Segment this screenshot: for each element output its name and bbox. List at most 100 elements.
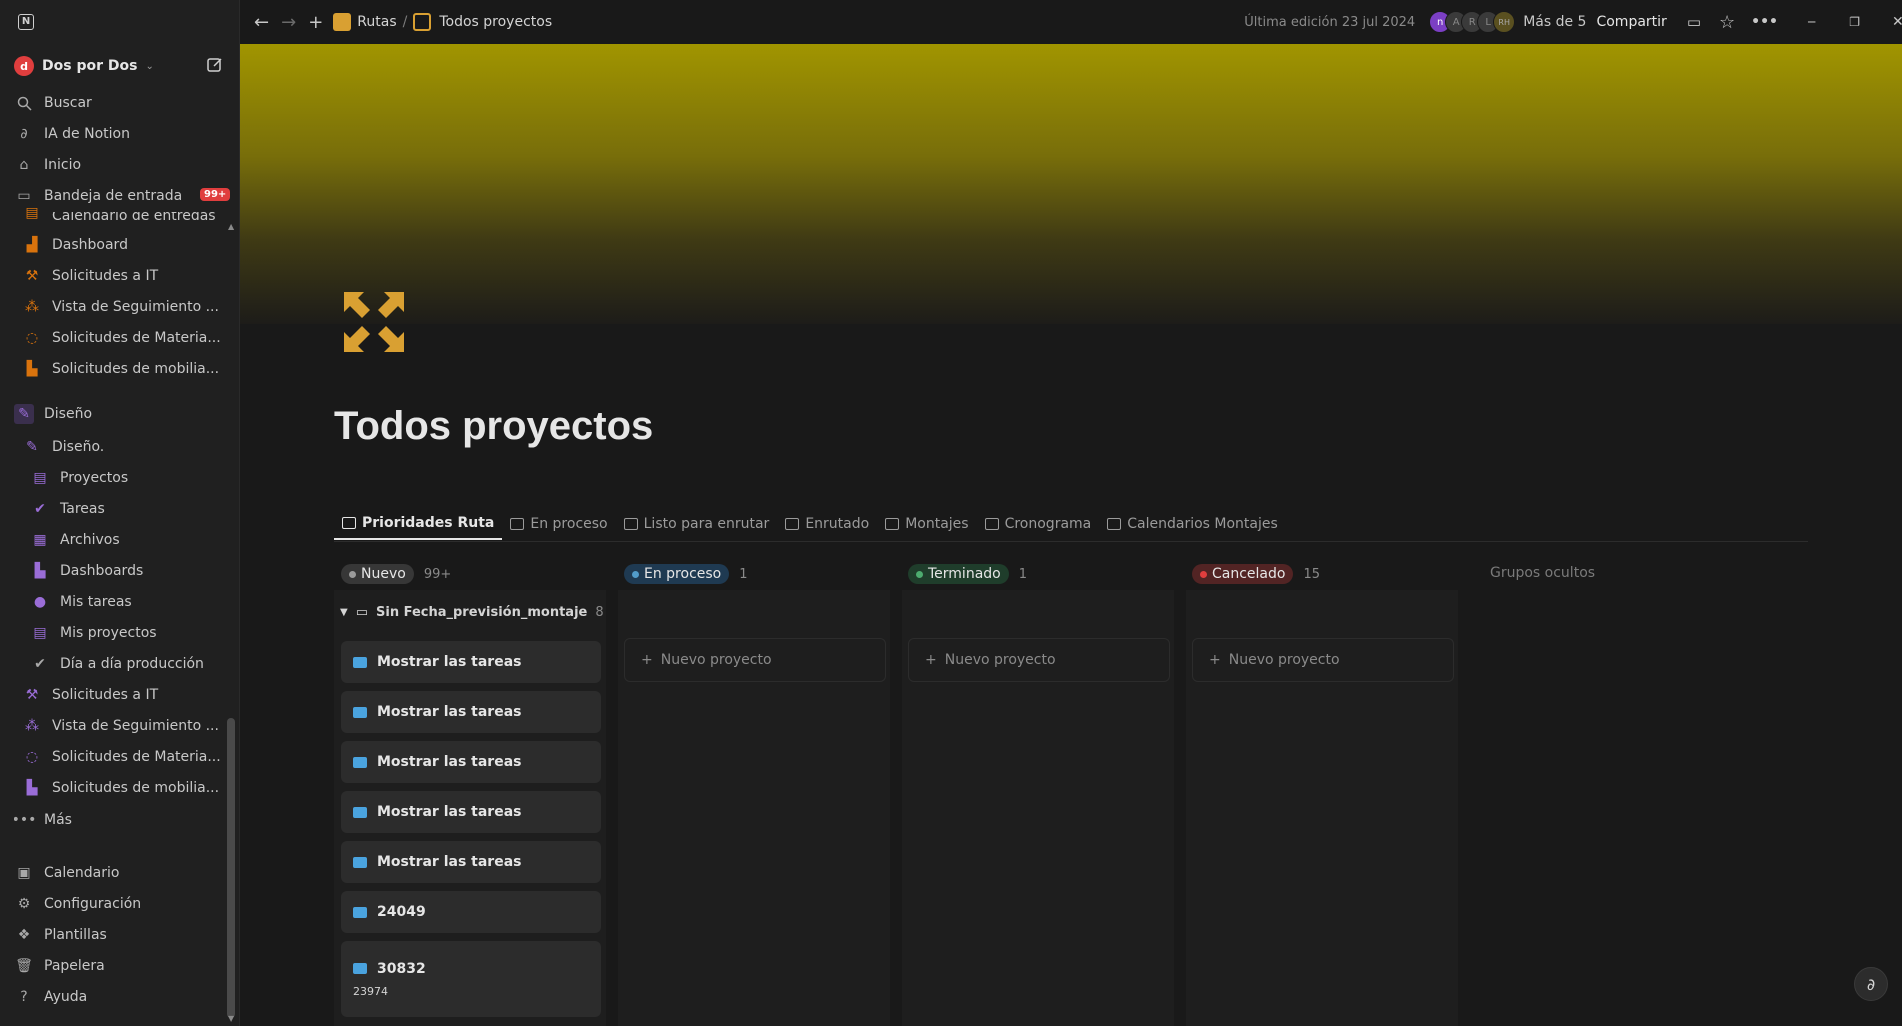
person-icon: ● <box>33 594 47 610</box>
sidebar-item-seguimiento[interactable]: ⁂ Vista de Seguimiento ... <box>22 294 238 320</box>
sidebar-item-label: Buscar <box>44 95 92 111</box>
tab-cronograma[interactable]: Cronograma <box>977 508 1100 540</box>
sidebar-item-dashboards[interactable]: ▙ Dashboards <box>30 558 246 584</box>
inbox-count-badge: 99+ <box>200 188 231 201</box>
ai-icon: ∂ <box>20 126 28 142</box>
tab-enrutado[interactable]: Enrutado <box>777 508 877 540</box>
page-cover[interactable] <box>240 44 1902 324</box>
archive-icon: ▦ <box>33 532 47 548</box>
back-arrow-icon[interactable]: ← <box>254 12 269 33</box>
tab-label: Prioridades Ruta <box>362 515 495 531</box>
sidebar-item-label: Tareas <box>60 501 105 517</box>
sidebar-item-more[interactable]: ••• Más <box>14 807 230 833</box>
star-icon[interactable]: ☆ <box>1719 12 1735 33</box>
sidebar-item-materia[interactable]: ◌ Solicitudes de Materia... <box>22 325 238 351</box>
sidebar-scrollbar[interactable] <box>227 718 235 1018</box>
sidebar-item-search[interactable]: Buscar <box>14 90 230 116</box>
scroll-down-icon[interactable]: ▼ <box>228 1014 234 1023</box>
board-card[interactable]: Mostrar las tareas <box>341 691 601 733</box>
more-options-icon[interactable]: ••• <box>1751 14 1778 30</box>
help-icon: ? <box>20 989 28 1005</box>
sidebar-item-dia-a-dia[interactable]: ✔ Día a día producción <box>30 651 246 677</box>
calendar-icon: ▤ <box>25 206 39 220</box>
board-card[interactable]: Mostrar las tareas <box>341 641 601 683</box>
board-card[interactable]: 30832 23974 <box>341 941 601 1017</box>
wrench-icon: ⚒ <box>25 687 39 703</box>
column-header-en-proceso[interactable]: En proceso 1 <box>624 562 748 586</box>
sidebar-item-mobilia[interactable]: ▙ Solicitudes de mobilia... <box>22 356 238 382</box>
minimize-icon[interactable]: ─ <box>1808 15 1815 29</box>
tab-montajes[interactable]: Montajes <box>877 508 976 540</box>
forward-arrow-icon[interactable]: → <box>281 12 296 33</box>
sidebar-item-ayuda[interactable]: ? Ayuda <box>14 984 230 1010</box>
column-header-cancelado[interactable]: Cancelado 15 <box>1192 562 1320 586</box>
tab-en-proceso[interactable]: En proceso <box>502 508 615 540</box>
sidebar-item-diseno-page[interactable]: ✎ Diseño. <box>22 434 238 460</box>
sidebar-item-mis-tareas[interactable]: ● Mis tareas <box>30 589 246 615</box>
column-header-nuevo[interactable]: Nuevo 99+ <box>341 562 451 586</box>
sidebar-item-seguimiento-2[interactable]: ⁂ Vista de Seguimiento ... <box>22 713 238 739</box>
board-group-header[interactable]: ▼ ▭ Sin Fecha_previsión_montaje 8 <box>340 605 604 620</box>
sidebar-item-plantillas[interactable]: ❖ Plantillas <box>14 922 230 948</box>
comment-icon[interactable]: ▭ <box>1687 13 1701 31</box>
building-icon: ▙ <box>26 361 38 377</box>
page-title[interactable]: Todos proyectos <box>334 404 653 449</box>
notion-logo-icon[interactable]: N <box>18 14 34 30</box>
collapse-triangle-icon[interactable]: ▼ <box>340 607 348 618</box>
sidebar-item-proyectos[interactable]: ▤ Proyectos <box>30 465 246 491</box>
board-card[interactable]: Mostrar las tareas <box>341 741 601 783</box>
more-people-text[interactable]: Más de 5 <box>1523 14 1586 30</box>
column-header-terminado[interactable]: Terminado 1 <box>908 562 1027 586</box>
new-page-icon[interactable] <box>206 56 226 76</box>
sidebar-item-calendario[interactable]: ▣ Calendario <box>14 860 230 886</box>
status-label: Terminado <box>928 566 1001 582</box>
sidebar-section-diseno[interactable]: ✎ Diseño <box>14 401 230 427</box>
card-title-row: 30832 <box>353 961 426 977</box>
workspace-switcher[interactable]: d Dos por Dos ⌄ <box>14 55 154 77</box>
avatar-group[interactable]: n A R L RH <box>1429 11 1516 33</box>
scroll-up-icon[interactable]: ▲ <box>228 222 234 231</box>
group-count: 8 <box>595 605 604 620</box>
share-button[interactable]: Compartir <box>1596 14 1666 30</box>
breadcrumb-rutas[interactable]: Rutas <box>357 14 396 30</box>
board-card[interactable]: Mostrar las tareas <box>341 791 601 833</box>
sidebar-item-papelera[interactable]: 🗑 Papelera <box>14 953 230 979</box>
folder-icon <box>353 856 367 868</box>
new-project-button[interactable]: + Nuevo proyecto <box>1192 638 1454 682</box>
sidebar-item-it-2[interactable]: ⚒ Solicitudes a IT <box>22 682 238 708</box>
close-icon[interactable]: ✕ <box>1892 14 1902 30</box>
sidebar-item-it[interactable]: ⚒ Solicitudes a IT <box>22 263 238 289</box>
ai-assistant-icon[interactable]: ∂ <box>1854 967 1888 1001</box>
breadcrumb-current[interactable]: Todos proyectos <box>439 14 552 30</box>
column-count: 1 <box>1018 566 1028 582</box>
sidebar-item-mis-proyectos[interactable]: ▤ Mis proyectos <box>30 620 246 646</box>
sidebar-item-label: Bandeja de entrada <box>44 188 183 204</box>
new-project-button[interactable]: + Nuevo proyecto <box>908 638 1170 682</box>
status-dot <box>349 570 356 578</box>
new-project-button[interactable]: + Nuevo proyecto <box>624 638 886 682</box>
board-card[interactable]: Mostrar las tareas <box>341 841 601 883</box>
sidebar-item-archivos[interactable]: ▦ Archivos <box>30 527 246 553</box>
restore-icon[interactable]: ❐ <box>1849 15 1860 29</box>
sidebar-item-mobilia-2[interactable]: ▙ Solicitudes de mobilia... <box>22 775 238 801</box>
tab-listo-para-enrutar[interactable]: Listo para enrutar <box>616 508 778 540</box>
sidebar-item-label: Calendario de entregas <box>52 212 216 220</box>
tab-prioridades-ruta[interactable]: Prioridades Ruta <box>334 508 503 540</box>
sidebar-item-label: Día a día producción <box>60 656 204 672</box>
tab-calendarios-montajes[interactable]: Calendarios Montajes <box>1099 508 1286 540</box>
add-icon[interactable]: + <box>308 12 323 33</box>
sidebar-item-dashboard[interactable]: ▟ Dashboard <box>22 232 238 258</box>
sidebar-item-tareas[interactable]: ✔ Tareas <box>30 496 246 522</box>
sidebar-item-ai[interactable]: ∂ IA de Notion <box>14 121 230 147</box>
sidebar-item-home[interactable]: ⌂ Inicio <box>14 152 230 178</box>
sidebar-item-label: Configuración <box>44 896 142 912</box>
expand-arrows-icon[interactable] <box>340 288 408 356</box>
sidebar-item-label: Diseño. <box>52 439 105 455</box>
sidebar-item-label: Solicitudes de mobilia... <box>52 361 220 377</box>
sidebar-item-materia-2[interactable]: ◌ Solicitudes de Materia... <box>22 744 238 770</box>
sidebar-item-partial[interactable]: ▤ Calendario de entregas <box>22 206 238 220</box>
board-card[interactable]: 24049 <box>341 891 601 933</box>
sidebar-item-configuracion[interactable]: ⚙ Configuración <box>14 891 230 917</box>
hidden-groups[interactable]: Grupos ocultos <box>1490 565 1595 581</box>
status-dot <box>1200 570 1207 578</box>
